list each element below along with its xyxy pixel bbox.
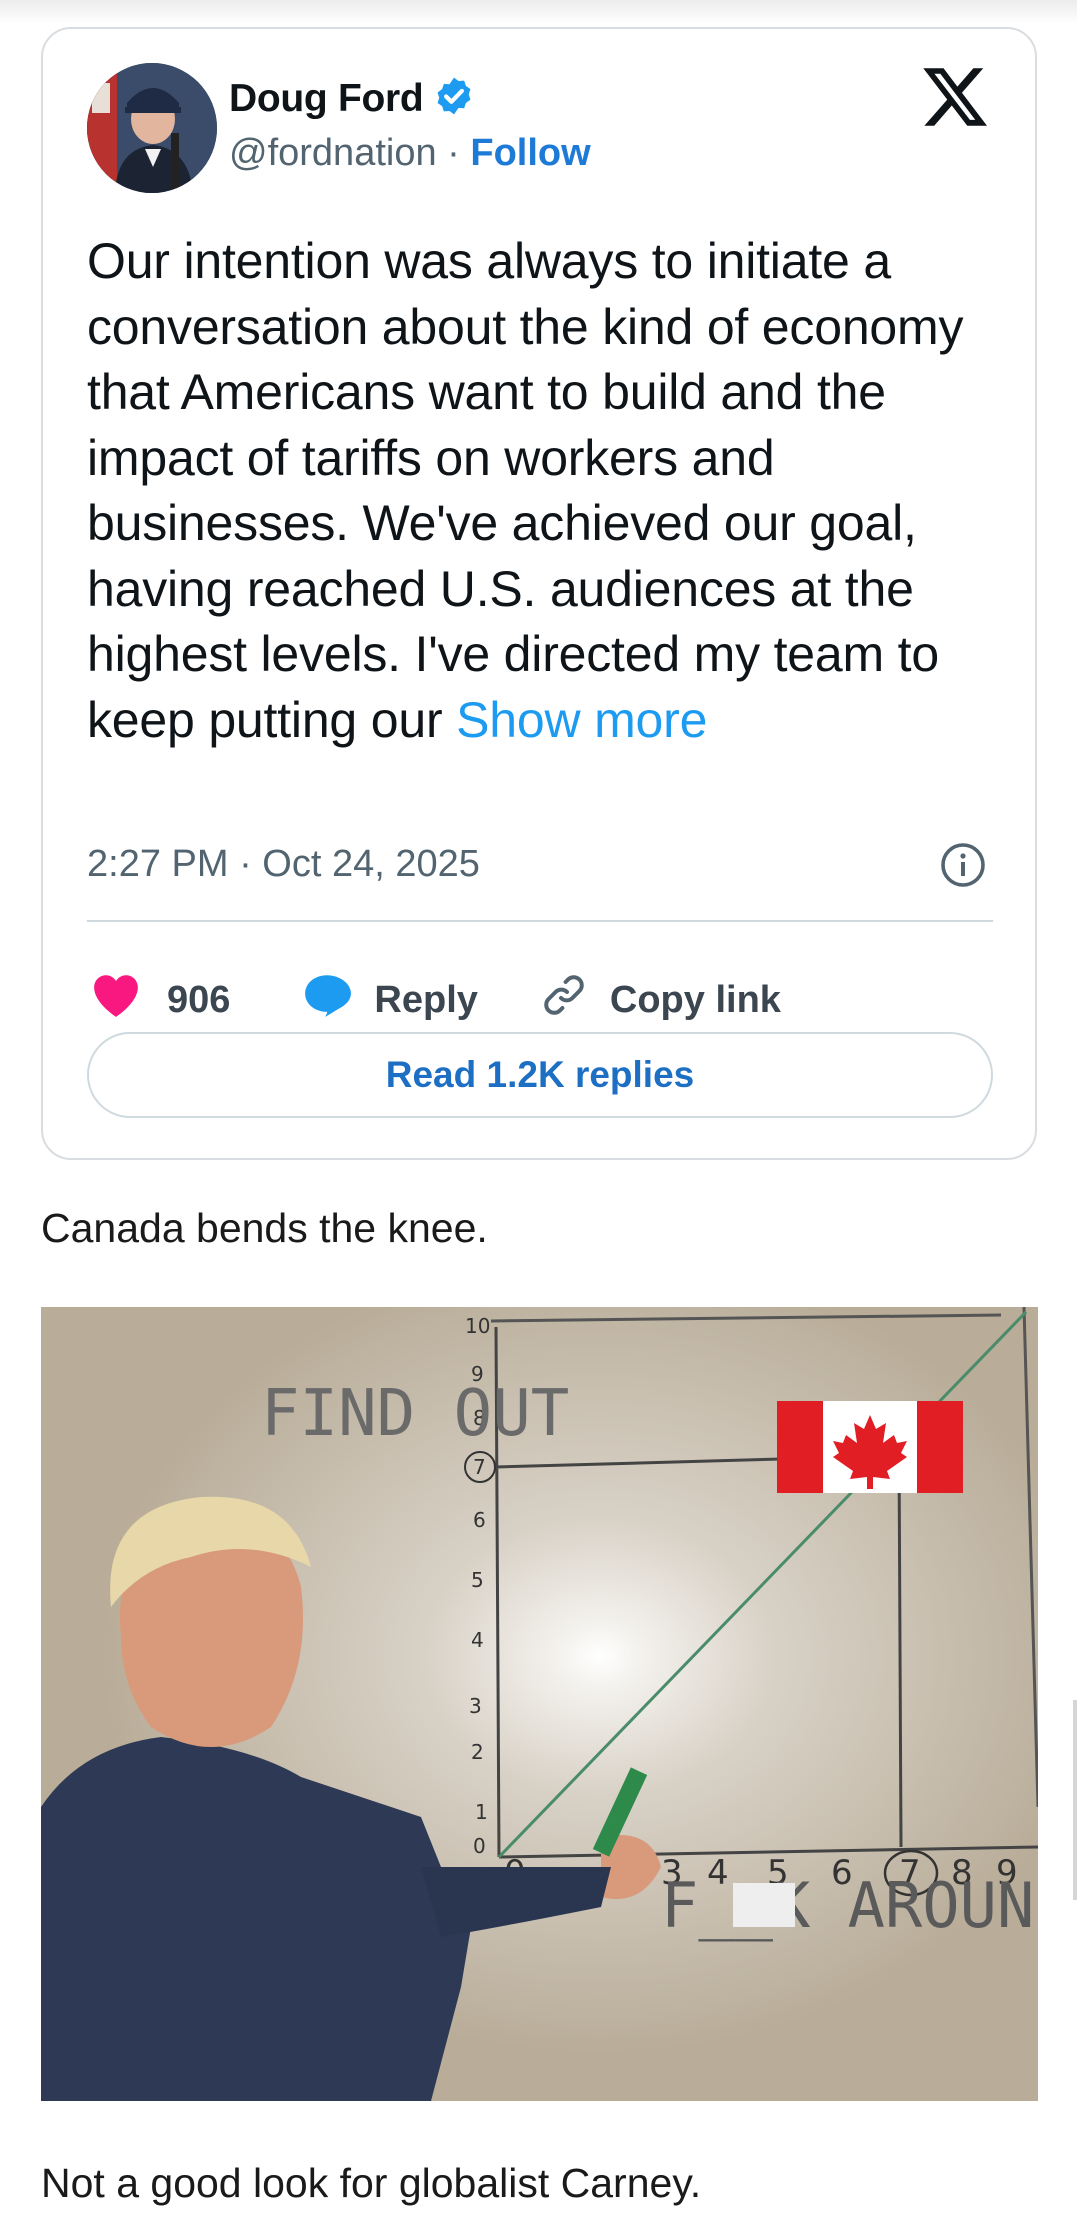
author-name-row: Doug Ford	[229, 75, 475, 122]
y-tick: 10	[465, 1314, 490, 1338]
y-tick: 3	[469, 1694, 482, 1718]
reply-label: Reply	[374, 978, 478, 1021]
y-axis-label: FIND OUT	[261, 1377, 569, 1451]
like-count: 906	[167, 978, 231, 1021]
divider	[87, 920, 993, 922]
copy-link-button[interactable]: Copy link	[540, 971, 781, 1029]
scrollbar[interactable]	[1073, 1700, 1077, 1900]
x-axis-label: F__K AROUND	[661, 1869, 1038, 1942]
heart-icon	[91, 972, 141, 1028]
top-shadow	[0, 0, 1077, 24]
embedded-tweet-card[interactable]: Doug Ford @fordnation · Follow Our inten…	[41, 27, 1037, 1160]
x-logo-icon[interactable]	[923, 65, 987, 129]
reply-button[interactable]: Reply	[302, 972, 478, 1028]
y-tick: 6	[473, 1508, 486, 1532]
y-tick: 2	[471, 1740, 484, 1764]
copy-link-label: Copy link	[609, 978, 781, 1021]
reply-bubble-icon	[302, 972, 352, 1028]
y-tick: 1	[475, 1800, 488, 1824]
like-button[interactable]: 906	[91, 972, 230, 1028]
tweet-body: Our intention was always to initiate a c…	[87, 233, 964, 748]
y-tick: 4	[471, 1628, 484, 1652]
avatar[interactable]	[87, 63, 217, 193]
tweet-timestamp[interactable]: 2:27 PM · Oct 24, 2025	[87, 843, 480, 886]
meme-image[interactable]: 10 9 8 7 6 5 4 3 2 1 0 0 3 4 5 6 7 8 9 F…	[41, 1307, 1038, 2101]
info-icon[interactable]	[939, 841, 987, 889]
link-icon	[540, 971, 588, 1029]
post-caption-top: Canada bends the knee.	[41, 1205, 488, 1251]
author-handle[interactable]: @fordnation	[229, 132, 437, 174]
read-replies-button[interactable]: Read 1.2K replies	[87, 1032, 993, 1118]
verified-badge-icon	[433, 75, 475, 122]
show-more-link[interactable]: Show more	[456, 692, 707, 748]
canada-flag	[777, 1401, 963, 1493]
post-caption-bottom: Not a good look for globalist Carney.	[41, 2160, 702, 2206]
tweet-actions: 906 Reply Copy link	[91, 971, 781, 1029]
handle-separator: ·	[447, 132, 460, 174]
author-handle-row: @fordnation · Follow	[229, 132, 591, 175]
follow-button[interactable]: Follow	[470, 132, 590, 174]
author-name[interactable]: Doug Ford	[229, 77, 424, 121]
tweet-text: Our intention was always to initiate a c…	[87, 229, 1007, 753]
y-tick: 5	[471, 1568, 484, 1592]
y-tick: 0	[473, 1834, 486, 1858]
y-tick: 7	[473, 1455, 486, 1479]
